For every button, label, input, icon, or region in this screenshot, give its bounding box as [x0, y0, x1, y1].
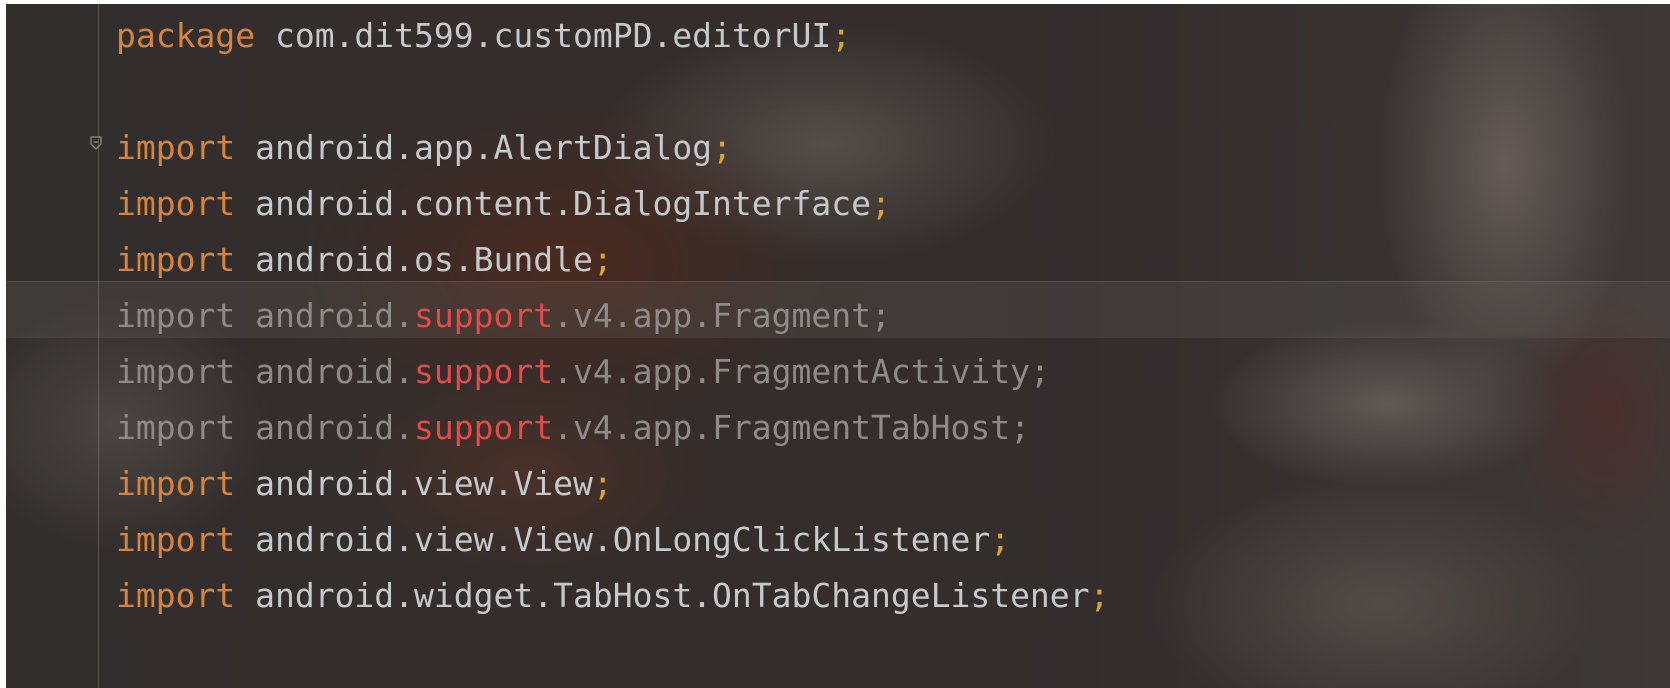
semicolon: ; [990, 520, 1011, 559]
keyword: import [116, 408, 236, 447]
code-line-import[interactable]: import android.view.View; [116, 456, 1109, 512]
semicolon: ; [871, 296, 891, 335]
import-path-rest: .v4.app.FragmentTabHost [553, 408, 1011, 447]
keyword: import [116, 520, 236, 559]
keyword: import [116, 128, 236, 167]
code-line-import[interactable]: import android.view.View.OnLongClickList… [116, 512, 1109, 568]
import-path: android.os.Bundle [255, 240, 593, 279]
keyword: import [116, 184, 236, 223]
package-name: com.dit599.customPD.editorUI [274, 16, 832, 55]
keyword: import [116, 352, 236, 391]
code-line-import[interactable]: import android.content.DialogInterface; [116, 176, 1109, 232]
code-line-import[interactable]: import android.widget.TabHost.OnTabChang… [116, 568, 1109, 624]
code-editor-window: package com.dit599.customPD.editorUI; im… [6, 4, 1670, 688]
import-path-rest: .v4.app.FragmentActivity [553, 352, 1030, 391]
keyword: package [116, 16, 256, 55]
code-line-unused-import[interactable]: import android.support.v4.app.Fragment; [116, 288, 1109, 344]
keyword: import [116, 296, 236, 335]
unresolved-symbol[interactable]: support [414, 296, 553, 335]
import-path: android.view.View.OnLongClickListener [255, 520, 991, 559]
code-line-unused-import[interactable]: import android.support.v4.app.FragmentAc… [116, 344, 1109, 400]
semicolon: ; [831, 16, 852, 55]
import-path-rest: .v4.app.Fragment [553, 296, 872, 335]
semicolon: ; [871, 184, 891, 223]
code-line-unused-import[interactable]: import android.support.v4.app.FragmentTa… [116, 400, 1109, 456]
import-path: android. [255, 408, 415, 447]
import-path: android. [255, 352, 415, 391]
keyword: import [116, 240, 236, 279]
semicolon: ; [1029, 352, 1050, 391]
keyword: import [116, 464, 236, 503]
semicolon: ; [1089, 576, 1110, 615]
import-path: android.content.DialogInterface [255, 184, 871, 223]
code-line-package[interactable]: package com.dit599.customPD.editorUI; [116, 8, 1109, 64]
import-path: android.widget.TabHost.OnTabChangeListen… [255, 576, 1090, 615]
semicolon: ; [592, 464, 613, 503]
code-line-blank[interactable] [116, 64, 1109, 120]
semicolon: ; [592, 240, 613, 279]
editor-gutter [98, 4, 99, 688]
import-path: android.app.AlertDialog [255, 128, 713, 167]
semicolon: ; [712, 128, 732, 167]
import-path: android. [255, 296, 415, 335]
keyword: import [116, 576, 236, 615]
unresolved-symbol[interactable]: support [414, 352, 553, 391]
fold-collapse-icon[interactable] [90, 136, 102, 150]
code-line-import[interactable]: import android.os.Bundle; [116, 232, 1109, 288]
unresolved-symbol[interactable]: support [414, 408, 553, 447]
semicolon: ; [1010, 408, 1030, 447]
code-area[interactable]: package com.dit599.customPD.editorUI; im… [116, 8, 1109, 624]
code-line-import[interactable]: import android.app.AlertDialog; [116, 120, 1109, 176]
import-path: android.view.View [255, 464, 593, 503]
